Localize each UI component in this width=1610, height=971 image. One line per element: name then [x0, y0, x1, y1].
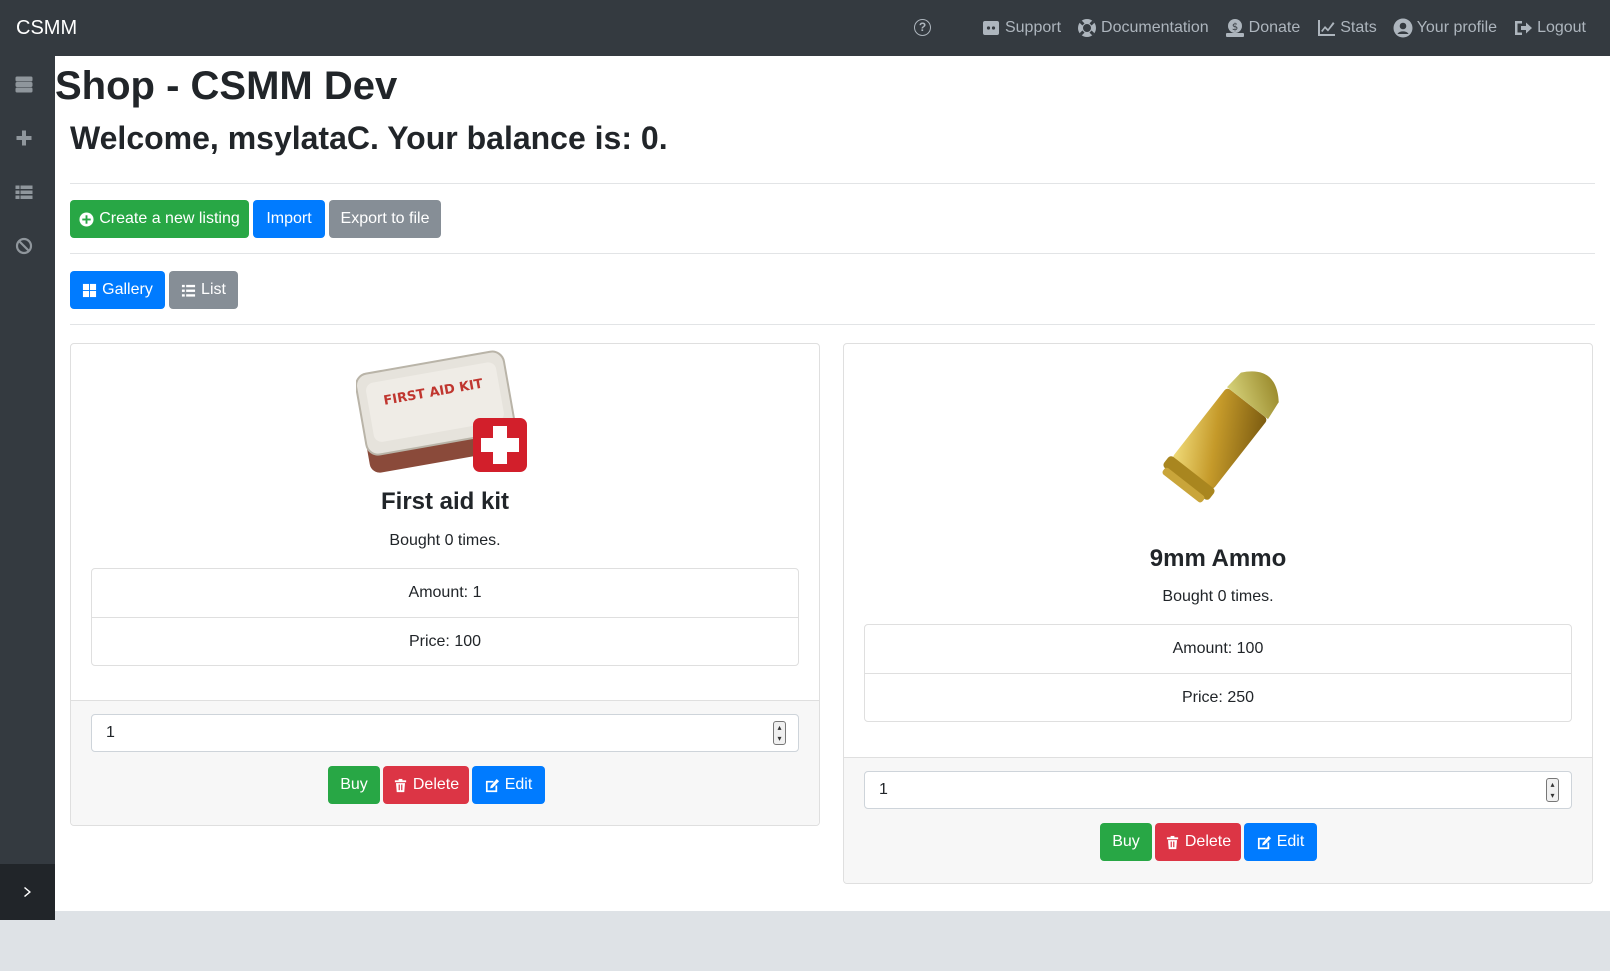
listing-bought-count: Bought 0 times. [389, 532, 501, 549]
welcome-balance-text: Welcome, msylataC. Your balance is: 0. [70, 120, 668, 156]
life-ring-icon [1078, 19, 1097, 37]
quantity-input[interactable]: 1 ▴ ▾ [864, 771, 1572, 809]
quantity-input[interactable]: 1 ▴ ▾ [91, 714, 799, 752]
nav-logout-label: Logout [1537, 19, 1586, 36]
edit-button[interactable]: Edit [472, 766, 545, 804]
nav-donate-label: Donate [1248, 19, 1301, 36]
shop-listing-card: 9mm Ammo Bought 0 times. Amount: 100 Pri… [843, 343, 1593, 884]
listing-amount: Amount: 1 [408, 584, 482, 601]
buy-button[interactable]: Buy [328, 766, 380, 804]
sign-out-icon [1515, 21, 1533, 35]
chevron-right-icon [23, 887, 31, 897]
card-footer: 1 ▴ ▾ Buy Delete Edit [844, 757, 1592, 883]
delete-label: Delete [412, 776, 460, 793]
nav-documentation-link[interactable]: Documentation [1077, 18, 1209, 38]
servers-icon[interactable] [14, 74, 34, 94]
list-icon [181, 284, 196, 297]
delete-label: Delete [1184, 833, 1232, 850]
top-navbar: CSMM ? Support Documentation $ Donate St… [0, 0, 1610, 56]
nav-logout-link[interactable]: Logout [1513, 18, 1586, 38]
nav-support-link[interactable]: Support [981, 18, 1061, 38]
discord-icon [982, 21, 999, 35]
sidebar [0, 56, 55, 920]
nav-profile-link[interactable]: Your profile [1393, 18, 1497, 38]
nav-documentation-label: Documentation [1101, 19, 1209, 36]
user-circle-icon [1393, 18, 1413, 38]
edit-icon [1257, 835, 1271, 849]
donate-icon: $ [1225, 19, 1244, 37]
list-view-label: List [201, 281, 226, 298]
listing-details: Amount: 1 Price: 100 [91, 568, 799, 666]
listing-details: Amount: 100 Price: 250 [864, 624, 1572, 722]
nav-stats-label: Stats [1340, 19, 1377, 36]
list-icon[interactable] [14, 182, 34, 202]
nav-stats-link[interactable]: Stats [1316, 18, 1377, 38]
quantity-spinner[interactable]: ▴ ▾ [1546, 778, 1559, 802]
edit-label: Edit [504, 776, 533, 793]
delete-button[interactable]: Delete [383, 766, 469, 804]
plus-icon[interactable] [14, 128, 34, 148]
listing-price: Price: 100 [92, 617, 798, 665]
create-listing-button[interactable]: Create a new listing [70, 200, 249, 238]
listing-name: First aid kit [380, 488, 510, 515]
main-content: Shop - CSMM Dev Welcome, msylataC. Your … [55, 56, 1610, 911]
shop-listing-card: FIRST AID KIT First aid kit Bought 0 tim… [70, 343, 820, 826]
9mm-ammo-image [1162, 371, 1279, 503]
card-footer: 1 ▴ ▾ Buy Delete Edit [71, 700, 819, 825]
list-view-button[interactable]: List [169, 271, 238, 309]
export-to-file-button[interactable]: Export to file [329, 200, 441, 238]
create-listing-label: Create a new listing [99, 210, 240, 227]
ban-icon[interactable] [14, 236, 34, 256]
import-button[interactable]: Import [253, 200, 325, 238]
gallery-view-label: Gallery [102, 281, 153, 298]
svg-text:$: $ [1231, 22, 1237, 33]
buy-button[interactable]: Buy [1100, 823, 1152, 861]
trash-icon [1166, 835, 1178, 849]
page-title: Shop - CSMM Dev [55, 64, 398, 108]
sidebar-toggle-button[interactable] [0, 864, 55, 920]
nav-support-label: Support [1004, 19, 1062, 36]
edit-label: Edit [1276, 833, 1305, 850]
divider [70, 253, 1595, 254]
grid-icon [83, 283, 97, 297]
listing-amount: Amount: 100 [1172, 640, 1264, 657]
listing-bought-count: Bought 0 times. [1162, 588, 1274, 605]
plus-circle-icon [79, 211, 94, 227]
quantity-spinner[interactable]: ▴ ▾ [773, 721, 786, 745]
divider [70, 183, 1595, 184]
gallery-view-button[interactable]: Gallery [70, 271, 165, 309]
help-icon[interactable]: ? [914, 19, 931, 36]
first-aid-kit-image: FIRST AID KIT [356, 350, 527, 473]
delete-button[interactable]: Delete [1155, 823, 1241, 861]
edit-icon [485, 778, 499, 792]
listing-price: Price: 250 [865, 673, 1571, 721]
quantity-value: 1 [879, 781, 888, 798]
edit-button[interactable]: Edit [1244, 823, 1317, 861]
nav-links: Support Documentation $ Donate Stats You… [981, 0, 1586, 56]
nav-donate-link[interactable]: $ Donate [1225, 18, 1301, 38]
trash-icon [394, 778, 406, 792]
nav-profile-label: Your profile [1416, 19, 1498, 36]
brand-logo[interactable]: CSMM [16, 17, 77, 40]
chart-line-icon [1318, 20, 1336, 36]
quantity-value: 1 [106, 724, 115, 741]
listing-name: 9mm Ammo [1149, 545, 1287, 572]
divider [70, 324, 1595, 325]
